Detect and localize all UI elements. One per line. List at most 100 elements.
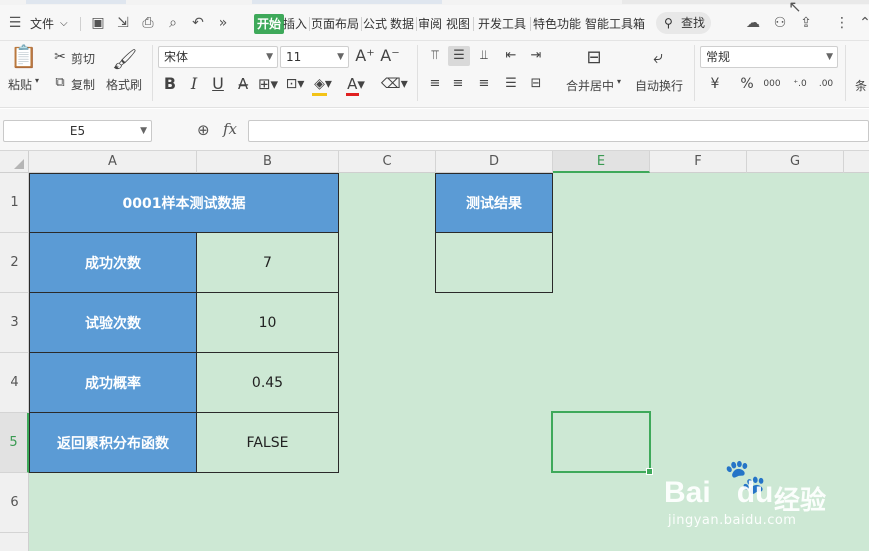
share-user-icon[interactable]: ⚇	[771, 14, 789, 32]
column-header-C[interactable]: C	[339, 151, 436, 173]
name-box[interactable]: E5 ▼	[3, 120, 152, 142]
justify-icon[interactable]: ☰	[501, 74, 521, 94]
search-button[interactable]: ⚲ 查找	[656, 12, 711, 34]
cell-D2[interactable]	[435, 232, 553, 293]
conditional-format-button[interactable]: 条	[855, 77, 867, 94]
active-cell-cursor[interactable]	[551, 411, 653, 475]
tab-formulas[interactable]: 公式	[363, 14, 387, 34]
tab-developer[interactable]: 开发工具	[478, 14, 526, 34]
merge-center-button[interactable]: 合并居中	[566, 77, 614, 94]
cell-A1[interactable]: 0001样本测试数据	[29, 173, 339, 233]
tab-review[interactable]: 审阅	[418, 14, 442, 34]
merge-dropdown-icon[interactable]: ▾	[617, 77, 621, 86]
select-all-corner[interactable]	[0, 151, 29, 173]
zoom-icon[interactable]: ⊕	[197, 121, 210, 139]
wrap-text-icon[interactable]: ⤶	[646, 46, 670, 70]
bold-button[interactable]: B	[161, 74, 179, 94]
row-header-6[interactable]: 6	[0, 473, 29, 533]
decrease-indent-icon[interactable]: ⇤	[501, 46, 521, 66]
column-header-F[interactable]: F	[650, 151, 747, 173]
formula-input[interactable]	[248, 120, 869, 142]
row-header-1[interactable]: 1	[0, 173, 29, 233]
increase-font-icon[interactable]: A⁺	[355, 46, 375, 66]
decrease-font-icon[interactable]: A⁻	[380, 46, 400, 66]
more-quick-access-icon[interactable]: »	[214, 14, 232, 32]
align-bottom-icon[interactable]: ⫫	[474, 46, 494, 66]
cell-A4[interactable]: 成功概率	[29, 352, 197, 413]
row-header-2[interactable]: 2	[0, 233, 29, 293]
ribbon-divider	[845, 45, 846, 101]
column-header-B[interactable]: B	[197, 151, 339, 173]
export-icon[interactable]: ⇲	[114, 14, 132, 32]
copy-icon[interactable]: ⧉	[51, 73, 69, 93]
font-size-select[interactable]: 11 ▼	[280, 46, 349, 68]
cut-button[interactable]: 剪切	[71, 50, 95, 67]
format-painter-icon[interactable]: 🖌	[112, 46, 137, 72]
clear-format-icon[interactable]: ⌫▾	[381, 74, 408, 94]
cell-A2[interactable]: 成功次数	[29, 232, 197, 293]
fill-color-icon[interactable]: ◈▾	[311, 74, 335, 94]
strikethrough-icon[interactable]: A̶	[234, 74, 252, 94]
percent-format-button[interactable]: %	[738, 74, 756, 94]
tab-insert[interactable]: 插入	[283, 14, 307, 34]
align-right-icon[interactable]: ≡	[474, 74, 494, 94]
italic-button[interactable]: I	[185, 74, 203, 94]
cell-B4[interactable]: 0.45	[196, 352, 339, 413]
merge-center-icon[interactable]: ⊟	[582, 46, 606, 70]
increase-indent-icon[interactable]: ⇥	[526, 46, 546, 66]
more-options-icon[interactable]: ⋮	[833, 14, 851, 32]
distributed-align-icon[interactable]: ⊟	[526, 74, 546, 94]
number-format-select[interactable]: 常规 ▼	[700, 46, 838, 68]
print-icon[interactable]: ⎙	[139, 14, 157, 32]
wrap-text-button[interactable]: 自动换行	[635, 77, 683, 94]
column-header-A[interactable]: A	[29, 151, 197, 173]
tab-special-features[interactable]: 特色功能	[533, 14, 581, 34]
tab-home[interactable]: 开始	[254, 14, 285, 34]
column-header-D[interactable]: D	[436, 151, 553, 173]
cell-D1[interactable]: 测试结果	[435, 173, 553, 233]
row-header-5[interactable]: 5	[0, 413, 29, 473]
scissors-icon[interactable]: ✂	[51, 47, 69, 67]
underline-button[interactable]: U	[209, 74, 227, 94]
row-header-4[interactable]: 4	[0, 353, 29, 413]
tab-page-layout[interactable]: 页面布局	[311, 14, 359, 34]
align-middle-icon[interactable]: ☰	[448, 46, 470, 66]
cloud-sync-icon[interactable]: ☁	[744, 14, 762, 32]
cell-B2[interactable]: 7	[196, 232, 339, 293]
format-painter-button[interactable]: 格式刷	[106, 76, 142, 93]
cell-A3[interactable]: 试验次数	[29, 292, 197, 353]
undo-icon[interactable]: ↶	[189, 14, 207, 32]
decrease-decimal-icon[interactable]: .00	[815, 74, 837, 94]
share-icon[interactable]: ⇪	[797, 14, 815, 32]
fx-icon[interactable]: fx	[223, 120, 237, 138]
row-header-3[interactable]: 3	[0, 293, 29, 353]
cell-B5[interactable]: FALSE	[196, 412, 339, 473]
cell-A5[interactable]: 返回累积分布函数	[29, 412, 197, 473]
font-color-icon[interactable]: A▾	[344, 74, 368, 94]
align-top-icon[interactable]: ⫪	[425, 46, 445, 66]
column-header-E[interactable]: E	[553, 151, 650, 173]
paste-button[interactable]: 粘贴	[8, 76, 32, 93]
save-icon[interactable]: ▣	[89, 14, 107, 32]
thousands-separator-button[interactable]: 000	[761, 74, 783, 94]
paste-dropdown-icon[interactable]: ▾	[35, 76, 39, 85]
hamburger-menu-icon[interactable]: ☰	[6, 14, 24, 32]
file-menu-chevron-icon[interactable]: ⌵	[60, 14, 68, 34]
print-preview-icon[interactable]: ⌕	[164, 14, 182, 32]
tab-data[interactable]: 数据	[390, 14, 414, 34]
tab-view[interactable]: 视图	[446, 14, 470, 34]
copy-button[interactable]: 复制	[71, 76, 95, 93]
cell-B3[interactable]: 10	[196, 292, 339, 353]
tab-smart-toolbox[interactable]: 智能工具箱	[585, 14, 645, 34]
font-name-select[interactable]: 宋体 ▼	[158, 46, 278, 68]
align-left-icon[interactable]: ≡	[425, 74, 445, 94]
increase-decimal-icon[interactable]: ⁺.0	[789, 74, 811, 94]
column-header-G[interactable]: G	[747, 151, 844, 173]
align-center-icon[interactable]: ≡	[448, 74, 468, 94]
cell-style-icon[interactable]: ⊡▾	[283, 74, 307, 94]
borders-icon[interactable]: ⊞▾	[256, 74, 280, 94]
collapse-ribbon-icon[interactable]: ⌃	[856, 14, 869, 32]
file-menu[interactable]: 文件	[30, 14, 54, 34]
paste-icon[interactable]: 📋	[10, 45, 37, 71]
currency-format-button[interactable]: ¥	[704, 74, 726, 94]
